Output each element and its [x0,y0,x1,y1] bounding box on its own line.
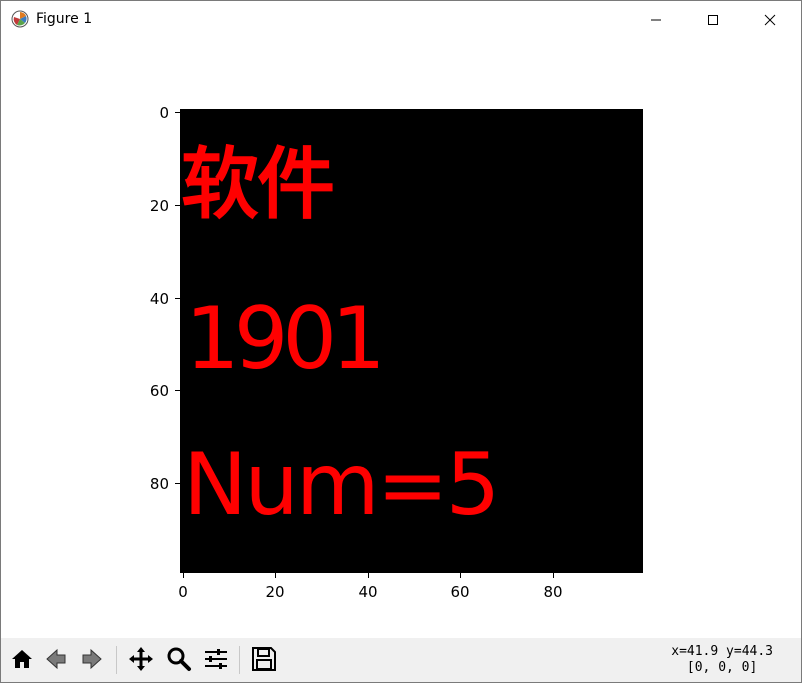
y-tick-label: 80 [149,475,169,493]
configure-subplots-button[interactable] [200,643,232,675]
y-tick-label: 60 [149,382,169,400]
pan-icon [129,647,153,671]
configure-subplots-icon [205,649,227,669]
figure-window: Figure 1 软件 1901 Num=5 0 20 40 60 80 0 2… [0,0,802,683]
cursor-xy-readout: x=41.9 y=44.3 [671,644,773,659]
save-icon [252,647,276,671]
x-tick-label: 0 [178,583,188,601]
y-tick-mark [175,205,180,206]
x-tick-mark [460,573,461,578]
y-tick-mark [175,483,180,484]
image-text-line-3: Num=5 [183,435,500,535]
y-tick-mark [175,298,180,299]
pan-button[interactable] [125,643,157,675]
x-tick-mark [553,573,554,578]
navigation-toolbar: x=41.9 y=44.3 [0, 0, 0] [1,638,801,682]
pixel-value-readout: [0, 0, 0] [686,660,758,675]
matplotlib-logo-icon [11,10,29,28]
home-icon [12,650,32,668]
x-tick-label: 40 [358,583,378,601]
x-tick-label: 60 [450,583,470,601]
forward-icon [82,648,102,670]
y-tick-label: 40 [149,290,169,308]
image-text-line-1: 软件 [181,140,335,230]
toolbar-separator [239,646,240,674]
image-text-line-2: 1901 [185,289,386,389]
back-icon [46,648,66,670]
forward-button[interactable] [76,643,108,675]
x-tick-mark [183,573,184,578]
close-button[interactable] [747,1,793,38]
window-title: Figure 1 [36,11,93,27]
zoom-button[interactable] [163,643,195,675]
y-tick-label: 20 [149,197,169,215]
x-tick-mark [368,573,369,578]
toolbar-separator [116,646,117,674]
x-tick-mark [275,573,276,578]
x-tick-label: 80 [543,583,563,601]
back-button[interactable] [40,643,72,675]
minimize-button[interactable] [633,1,679,38]
maximize-icon [708,14,718,25]
cursor-coordinates: x=41.9 y=44.3 [0, 0, 0] [671,644,773,676]
close-icon [764,14,776,25]
home-button[interactable] [6,643,38,675]
maximize-button[interactable] [690,1,736,38]
y-tick-mark [175,390,180,391]
zoom-icon [167,647,191,671]
x-tick-label: 20 [265,583,285,601]
y-tick-mark [175,112,180,113]
y-tick-label: 0 [159,104,169,122]
minimize-icon [651,19,661,20]
title-bar[interactable]: Figure 1 [1,1,801,38]
figure-canvas[interactable]: 软件 1901 Num=5 0 20 40 60 80 0 20 40 60 8… [1,38,801,638]
save-button[interactable] [248,643,280,675]
image-plot[interactable]: 软件 1901 Num=5 [181,110,643,573]
